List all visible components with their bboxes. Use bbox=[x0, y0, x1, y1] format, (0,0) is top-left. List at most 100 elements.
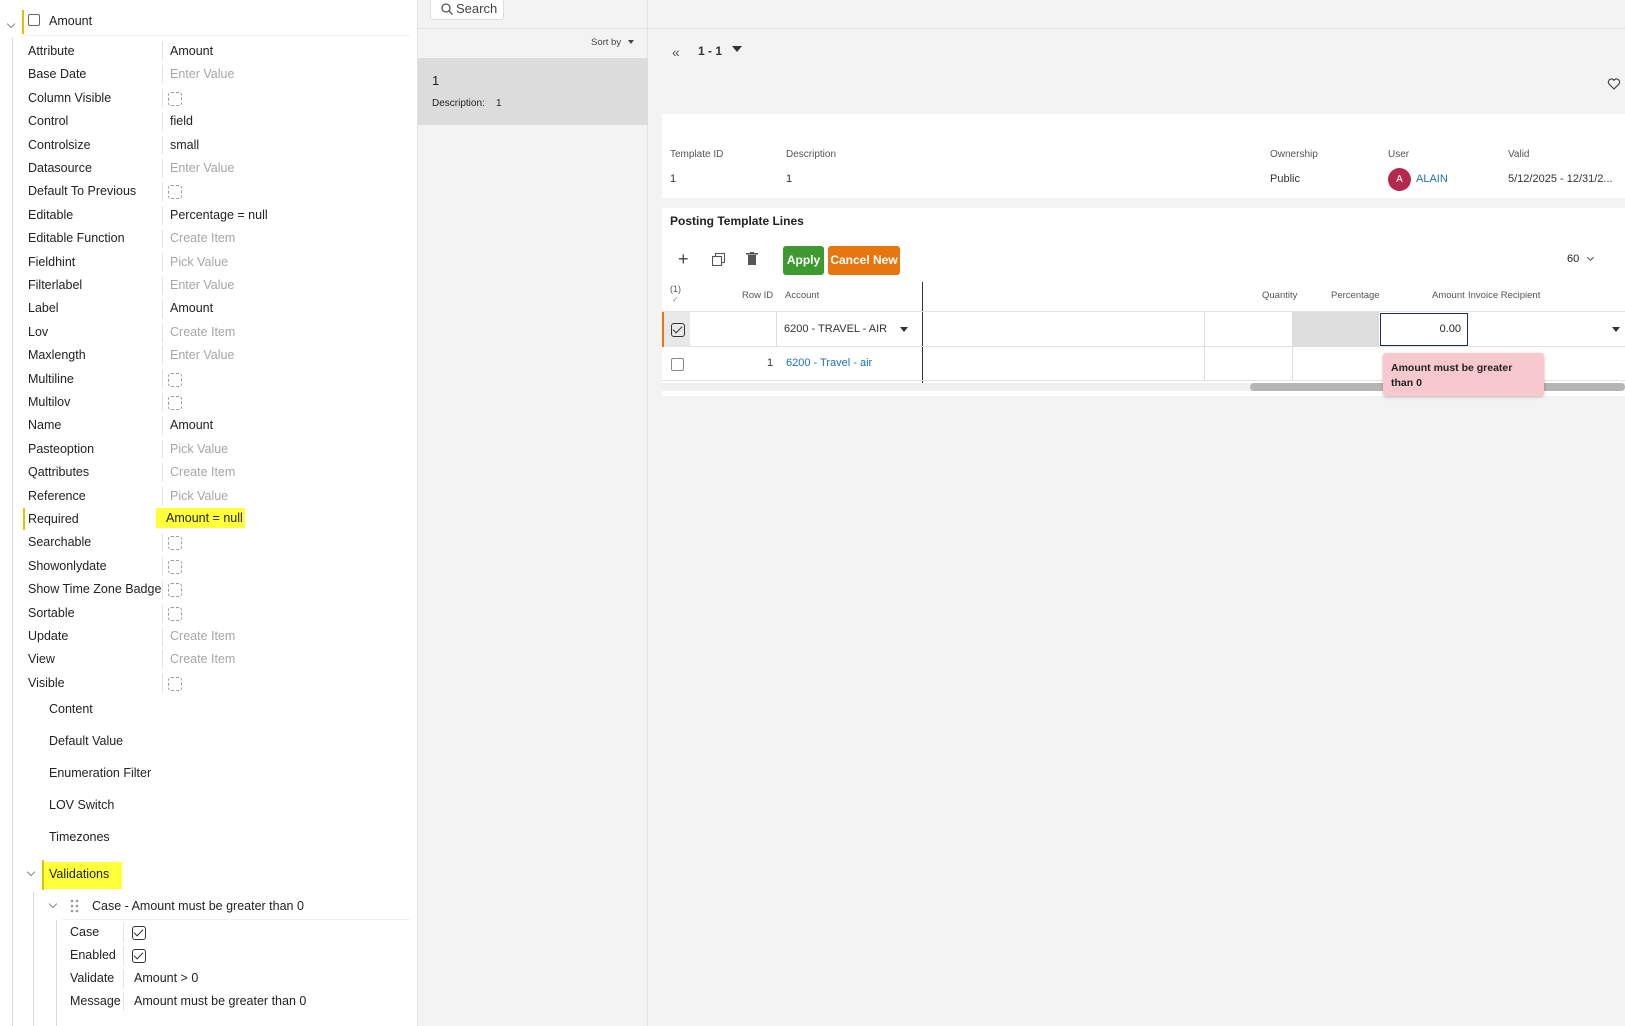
name-value[interactable]: Amount bbox=[170, 418, 213, 432]
showonlydate-checkbox[interactable] bbox=[168, 559, 182, 574]
reference-value[interactable]: Pick Value bbox=[170, 489, 228, 503]
favorite-heart-icon[interactable] bbox=[1607, 77, 1621, 91]
page-size-value: 60 bbox=[1567, 253, 1580, 265]
case-row-case: Case bbox=[70, 921, 410, 944]
view-value[interactable]: Create Item bbox=[170, 652, 235, 666]
show-time-zone-badge-checkbox[interactable] bbox=[168, 583, 182, 598]
control-value[interactable]: field bbox=[170, 114, 193, 128]
section-default-value[interactable]: Default Value bbox=[49, 734, 123, 748]
qattributes-value[interactable]: Create Item bbox=[170, 465, 235, 479]
page-size-select[interactable]: 60 bbox=[1567, 253, 1595, 265]
delete-icon[interactable] bbox=[746, 252, 758, 266]
validate-value[interactable]: Amount > 0 bbox=[134, 971, 198, 985]
multilov-checkbox[interactable] bbox=[168, 396, 182, 410]
maxlength-value[interactable]: Enter Value bbox=[170, 348, 234, 362]
label-value[interactable]: Amount bbox=[170, 301, 213, 315]
list-item[interactable]: 1 Description: 1 bbox=[418, 58, 648, 125]
sort-by-dropdown[interactable]: Sort by bbox=[591, 37, 634, 48]
user-link[interactable]: ALAIN bbox=[1416, 173, 1448, 185]
update-value[interactable]: Create Item bbox=[170, 629, 235, 643]
required-value[interactable]: Amount = null bbox=[156, 508, 245, 528]
percentage-cell-disabled bbox=[1292, 312, 1379, 347]
property-key: Default To Previous bbox=[28, 184, 137, 199]
first-page-icon[interactable]: « bbox=[672, 44, 680, 60]
chevron-down-icon bbox=[1587, 253, 1595, 262]
controlsize-value[interactable]: small bbox=[170, 138, 199, 152]
case-checkbox[interactable] bbox=[132, 926, 146, 940]
fieldhint-value[interactable]: Pick Value bbox=[170, 255, 228, 269]
multiline-checkbox[interactable] bbox=[168, 372, 182, 387]
case-row-validate: Validate Amount > 0 bbox=[70, 967, 410, 990]
lov-value[interactable]: Create Item bbox=[170, 325, 235, 339]
case-chevron-icon[interactable] bbox=[48, 896, 58, 910]
property-row-multiline: Multiline bbox=[28, 368, 408, 391]
property-row-editable: Editable Percentage = null bbox=[28, 204, 408, 227]
enabled-checkbox[interactable] bbox=[132, 949, 146, 963]
search-button[interactable]: Search bbox=[430, 0, 504, 20]
property-row-controlsize: Controlsize small bbox=[28, 134, 408, 157]
visible-checkbox[interactable] bbox=[168, 676, 182, 691]
search-icon bbox=[441, 3, 453, 15]
property-key: Datasource bbox=[28, 161, 92, 175]
editable-function-value[interactable]: Create Item bbox=[170, 231, 235, 245]
case-key: Case bbox=[70, 925, 100, 939]
cancel-new-button[interactable]: Cancel New bbox=[828, 246, 900, 275]
account-link[interactable]: 6200 - Travel - air bbox=[786, 357, 872, 369]
drag-handle-icon[interactable] bbox=[70, 899, 80, 913]
sortable-checkbox[interactable] bbox=[168, 606, 182, 621]
property-row-fieldhint: Fieldhint Pick Value bbox=[28, 251, 408, 274]
property-key: Reference bbox=[28, 488, 86, 503]
validations-chevron-icon[interactable] bbox=[26, 864, 36, 878]
property-key: Lov bbox=[28, 324, 49, 339]
avatar: A bbox=[1388, 168, 1411, 191]
check-all-icon[interactable]: ✓ bbox=[672, 295, 679, 304]
collapse-chevron-icon[interactable] bbox=[6, 16, 16, 30]
message-value[interactable]: Amount must be greater than 0 bbox=[134, 994, 306, 1008]
account-dropdown-icon[interactable] bbox=[900, 327, 908, 332]
table-row-edit[interactable]: 6200 - TRAVEL - AIR 0.00 bbox=[662, 311, 1625, 347]
default-to-previous-checkbox[interactable] bbox=[168, 185, 182, 200]
attribute-value[interactable]: Amount bbox=[170, 44, 213, 58]
property-key: Visible bbox=[28, 675, 65, 690]
lines-title: Posting Template Lines bbox=[670, 214, 804, 228]
searchable-checkbox[interactable] bbox=[168, 536, 182, 551]
case-title[interactable]: Case - Amount must be greater than 0 bbox=[92, 899, 304, 913]
pager-dropdown-icon[interactable] bbox=[732, 46, 742, 52]
property-row-name: Name Amount bbox=[28, 414, 408, 437]
node-title[interactable]: Amount bbox=[49, 14, 92, 28]
base-date-value[interactable]: Enter Value bbox=[170, 67, 234, 81]
section-content[interactable]: Content bbox=[49, 702, 93, 716]
editable-value[interactable]: Percentage = null bbox=[170, 208, 268, 222]
property-row-sortable: Sortable bbox=[28, 602, 408, 625]
case-key: Validate bbox=[70, 971, 115, 985]
property-key: Pasteoption bbox=[28, 441, 95, 456]
datasource-value[interactable]: Enter Value bbox=[170, 161, 234, 175]
apply-button[interactable]: Apply bbox=[783, 246, 824, 275]
filterlabel-value[interactable]: Enter Value bbox=[170, 278, 234, 292]
property-row-qattributes: Qattributes Create Item bbox=[28, 461, 408, 484]
property-row-show-time-zone-badge: Show Time Zone Badge bbox=[28, 578, 408, 601]
property-key: Searchable bbox=[28, 535, 92, 550]
row-checkbox-checked[interactable] bbox=[671, 323, 685, 337]
property-row-default-to-previous: Default To Previous bbox=[28, 180, 408, 203]
duplicate-icon[interactable] bbox=[712, 253, 725, 266]
section-enumeration-filter[interactable]: Enumeration Filter bbox=[49, 766, 151, 780]
template-id-value: 1 bbox=[670, 173, 677, 185]
row-checkbox[interactable] bbox=[671, 358, 684, 371]
pager-label: 1 - 1 bbox=[698, 44, 723, 58]
col-description: Description bbox=[786, 149, 837, 160]
validations-label[interactable]: Validations bbox=[49, 867, 109, 881]
column-visible-checkbox[interactable] bbox=[168, 91, 182, 106]
section-timezones[interactable]: Timezones bbox=[49, 830, 110, 844]
invoice-recipient-dropdown-icon[interactable] bbox=[1612, 327, 1620, 332]
account-dropdown-value[interactable]: 6200 - TRAVEL - AIR bbox=[784, 323, 887, 335]
valid-value: 5/12/2025 - 12/31/2... bbox=[1508, 173, 1613, 185]
property-key: Multiline bbox=[28, 371, 74, 386]
add-icon[interactable]: + bbox=[678, 250, 689, 268]
property-row-showonlydate: Showonlydate bbox=[28, 555, 408, 578]
property-key: Control bbox=[28, 114, 69, 129]
section-lov-switch[interactable]: LOV Switch bbox=[49, 798, 114, 812]
pasteoption-value[interactable]: Pick Value bbox=[170, 442, 228, 456]
property-row-required: Required Amount = null bbox=[23, 508, 408, 531]
amount-input[interactable]: 0.00 bbox=[1380, 313, 1468, 346]
